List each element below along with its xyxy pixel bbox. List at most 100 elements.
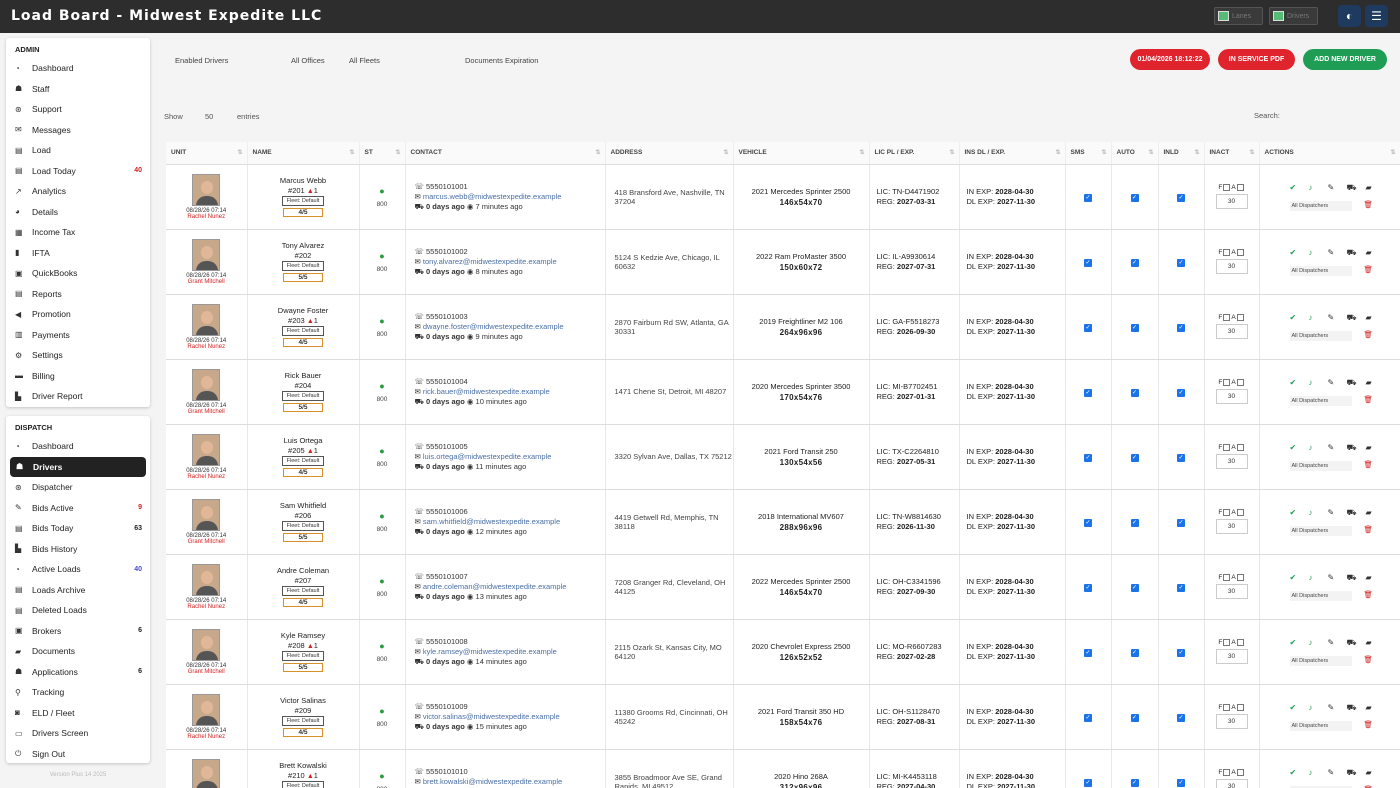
- trash-icon[interactable]: 🗑: [1364, 330, 1374, 339]
- folder-icon[interactable]: ▰: [1366, 248, 1385, 257]
- f-checkbox[interactable]: [1223, 638, 1231, 646]
- sidebar-item-bids-active[interactable]: ✎ Bids Active 9: [6, 498, 150, 519]
- edit-icon[interactable]: ✎: [1328, 573, 1347, 582]
- column-header[interactable]: ST ⇅: [359, 142, 406, 165]
- check-circle-icon[interactable]: ✔: [1290, 313, 1309, 322]
- trash-icon[interactable]: 🗑: [1364, 590, 1374, 599]
- sidebar-item-payments[interactable]: ▥ Payments: [6, 325, 150, 346]
- in-service-pdf-button[interactable]: IN SERVICE PDF: [1218, 49, 1295, 70]
- dispatcher-select[interactable]: All Dispatchers: [1289, 460, 1352, 471]
- dispatcher-select[interactable]: All Dispatchers: [1289, 590, 1352, 601]
- driver-photo[interactable]: [192, 563, 221, 596]
- driver-name[interactable]: Kyle Ramsey: [248, 631, 359, 640]
- email-link[interactable]: dwayne.foster@midwestexpedite.example: [423, 322, 564, 331]
- phone-number[interactable]: 5550101005: [426, 442, 468, 451]
- driver-name[interactable]: Victor Salinas: [248, 696, 359, 705]
- inactive-days-input[interactable]: 30: [1215, 259, 1248, 275]
- phone-number[interactable]: 5550101007: [426, 572, 468, 581]
- sms-checkbox[interactable]: ✓: [1084, 583, 1092, 592]
- email-link[interactable]: brett.kowalski@midwestexpedite.example: [423, 777, 562, 786]
- auto-checkbox[interactable]: ✓: [1130, 388, 1139, 397]
- inactive-days-input[interactable]: 30: [1215, 714, 1248, 730]
- trash-icon[interactable]: 🗑: [1364, 200, 1374, 209]
- check-circle-icon[interactable]: ✔: [1290, 573, 1309, 582]
- a-checkbox[interactable]: [1236, 313, 1244, 321]
- check-circle-icon[interactable]: ✔: [1290, 703, 1309, 712]
- menu-button[interactable]: ☰: [1365, 5, 1388, 27]
- truck-icon[interactable]: ⛟: [1347, 248, 1366, 258]
- check-circle-icon[interactable]: ✔: [1290, 768, 1309, 777]
- a-checkbox[interactable]: [1236, 508, 1244, 516]
- edit-icon[interactable]: ✎: [1328, 703, 1347, 712]
- f-checkbox[interactable]: [1223, 378, 1231, 386]
- table-row[interactable]: 08/28/26 07:14 Grant Mitchell Rick Bauer #2…: [166, 359, 1400, 425]
- sidebar-item-dispatcher[interactable]: ⊛ Dispatcher: [6, 477, 150, 498]
- sms-checkbox[interactable]: ✓: [1084, 713, 1092, 722]
- sms-checkbox[interactable]: ✓: [1084, 648, 1092, 657]
- sidebar-item-load-today[interactable]: ▤ Load Today 40: [6, 161, 150, 182]
- auto-checkbox[interactable]: ✓: [1130, 453, 1139, 462]
- driver-name[interactable]: Marcus Webb: [248, 176, 359, 185]
- column-header[interactable]: INACT ⇅: [1204, 142, 1260, 165]
- driver-photo[interactable]: [192, 368, 221, 401]
- email-link[interactable]: marcus.webb@midwestexpedite.example: [423, 192, 562, 201]
- edit-icon[interactable]: ✎: [1328, 313, 1347, 322]
- table-row[interactable]: 08/28/26 07:14Grant MitchellBrett Kowals…: [166, 749, 1400, 788]
- check-circle-icon[interactable]: ✔: [1290, 378, 1309, 387]
- add-new-driver-button[interactable]: ADD NEW DRIVER: [1303, 49, 1387, 70]
- check-circle-icon[interactable]: ✔: [1290, 248, 1309, 257]
- auto-checkbox[interactable]: ✓: [1130, 518, 1139, 527]
- sms-checkbox[interactable]: ✓: [1084, 518, 1092, 527]
- trash-icon[interactable]: 🗑: [1364, 460, 1374, 469]
- sidebar-item-promotion[interactable]: ◀ Promotion: [6, 304, 150, 325]
- inld-checkbox[interactable]: ✓: [1177, 713, 1185, 722]
- sms-checkbox[interactable]: ✓: [1084, 388, 1092, 397]
- inld-checkbox[interactable]: ✓: [1177, 193, 1185, 202]
- a-checkbox[interactable]: [1236, 378, 1244, 386]
- inld-checkbox[interactable]: ✓: [1177, 778, 1185, 787]
- filter-offices[interactable]: All Offices: [291, 56, 325, 65]
- sidebar-item-deleted-loads[interactable]: ▤ Deleted Loads: [6, 600, 150, 621]
- truck-icon[interactable]: ⛟: [1347, 508, 1366, 518]
- email-link[interactable]: andre.coleman@midwestexpedite.example: [423, 582, 567, 591]
- inactive-days-input[interactable]: 30: [1215, 194, 1248, 210]
- edit-icon[interactable]: ✎: [1328, 378, 1347, 387]
- f-checkbox[interactable]: [1223, 248, 1231, 256]
- a-checkbox[interactable]: [1236, 183, 1244, 191]
- sidebar-item-tracking[interactable]: ⚲ Tracking: [6, 682, 150, 703]
- sidebar-item-staff[interactable]: ☗ Staff: [6, 79, 150, 100]
- driver-photo[interactable]: [192, 303, 221, 336]
- bell-icon[interactable]: ♪: [1309, 313, 1328, 322]
- inld-checkbox[interactable]: ✓: [1177, 388, 1185, 397]
- email-link[interactable]: rick.bauer@midwestexpedite.example: [423, 387, 550, 396]
- dispatcher-select[interactable]: All Dispatchers: [1289, 395, 1352, 406]
- trash-icon[interactable]: 🗑: [1364, 785, 1374, 788]
- column-header[interactable]: ADDRESS ⇅: [605, 142, 734, 165]
- sidebar-item-settings[interactable]: ⚙ Settings: [6, 345, 150, 366]
- dispatcher-select[interactable]: All Dispatchers: [1289, 265, 1352, 276]
- auto-checkbox[interactable]: ✓: [1130, 648, 1139, 657]
- phone-number[interactable]: 5550101008: [426, 637, 468, 646]
- driver-photo[interactable]: [192, 693, 221, 726]
- folder-icon[interactable]: ▰: [1366, 508, 1385, 517]
- f-checkbox[interactable]: [1223, 768, 1231, 776]
- f-checkbox[interactable]: [1223, 573, 1231, 581]
- sms-checkbox[interactable]: ✓: [1084, 193, 1092, 202]
- phone-number[interactable]: 5550101004: [426, 377, 468, 386]
- bell-icon[interactable]: ♪: [1309, 768, 1328, 777]
- bell-icon[interactable]: ♪: [1309, 508, 1328, 517]
- a-checkbox[interactable]: [1236, 443, 1244, 451]
- sidebar-item-messages[interactable]: ✉ Messages: [6, 120, 150, 141]
- sidebar-item-dashboard[interactable]: ◔ Dashboard: [6, 58, 150, 79]
- sidebar-item-drivers[interactable]: ☗ Drivers: [10, 456, 146, 477]
- a-checkbox[interactable]: [1236, 573, 1244, 581]
- f-checkbox[interactable]: [1223, 313, 1231, 321]
- truck-icon[interactable]: ⛟: [1347, 768, 1366, 778]
- column-header[interactable]: AUTO ⇅: [1111, 142, 1159, 165]
- inactive-days-input[interactable]: 30: [1215, 519, 1248, 535]
- f-checkbox[interactable]: [1223, 508, 1231, 516]
- column-header[interactable]: INS DL / EXP. ⇅: [959, 142, 1066, 165]
- folder-icon[interactable]: ▰: [1366, 443, 1385, 452]
- sidebar-item-load[interactable]: ▤ Load: [6, 140, 150, 161]
- sidebar-item-income-tax[interactable]: ▦ Income Tax: [6, 222, 150, 243]
